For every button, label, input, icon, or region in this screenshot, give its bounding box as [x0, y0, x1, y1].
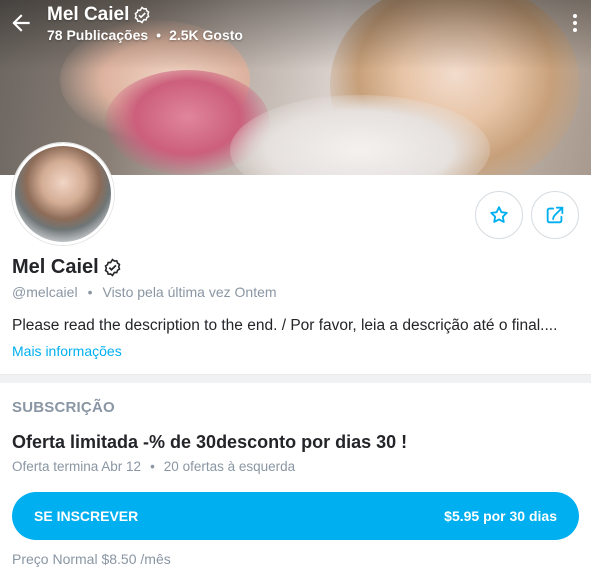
share-button[interactable]	[531, 191, 579, 239]
offer-ends: Oferta termina Abr 12	[12, 459, 142, 474]
more-vertical-icon	[573, 14, 577, 32]
last-seen: Visto pela última vez Ontem	[102, 284, 277, 300]
header-stats: 78 Publicações • 2.5K Gosto	[47, 27, 243, 43]
more-info-link[interactable]: Mais informações	[12, 343, 122, 359]
separator: •	[150, 459, 155, 474]
section-divider	[0, 374, 591, 383]
share-icon	[546, 206, 564, 224]
offer-meta: Oferta termina Abr 12 • 20 ofertas à esq…	[12, 459, 295, 474]
separator: •	[87, 284, 93, 300]
star-icon	[490, 206, 508, 223]
subscribe-price: $5.95 por 30 dias	[444, 508, 557, 524]
verified-badge-icon	[104, 258, 121, 277]
verified-badge-icon	[134, 6, 150, 24]
avatar[interactable]	[12, 143, 114, 245]
profile-handle[interactable]: @melcaiel	[12, 284, 78, 300]
more-options-button[interactable]	[571, 12, 579, 34]
likes-count: 2.5K Gosto	[169, 27, 243, 43]
regular-price: Preço Normal $8.50 /mês	[12, 551, 171, 567]
back-button[interactable]	[8, 10, 34, 36]
posts-count: 78 Publicações	[47, 27, 149, 43]
profile-about: Please read the description to the end. …	[12, 317, 558, 334]
offers-left: 20 ofertas à esquerda	[163, 459, 296, 474]
favorite-button[interactable]	[475, 191, 523, 239]
arrow-left-icon	[12, 14, 30, 32]
separator: •	[156, 27, 162, 43]
profile-name: Mel Caiel	[12, 256, 99, 278]
subscribe-button[interactable]: SE INSCREVER $5.95 por 30 dias	[12, 492, 579, 540]
header-title-group: Mel Caiel	[47, 4, 151, 26]
offer-title: Oferta limitada -% de 30desconto por dia…	[12, 432, 408, 452]
subscribe-label: SE INSCREVER	[34, 508, 139, 524]
header-title: Mel Caiel	[47, 4, 130, 25]
profile-name-group: Mel Caiel	[12, 256, 122, 279]
subscription-heading: SUBSCRIÇÃO	[12, 399, 115, 416]
profile-meta: @melcaiel • Visto pela última vez Ontem	[12, 284, 277, 300]
